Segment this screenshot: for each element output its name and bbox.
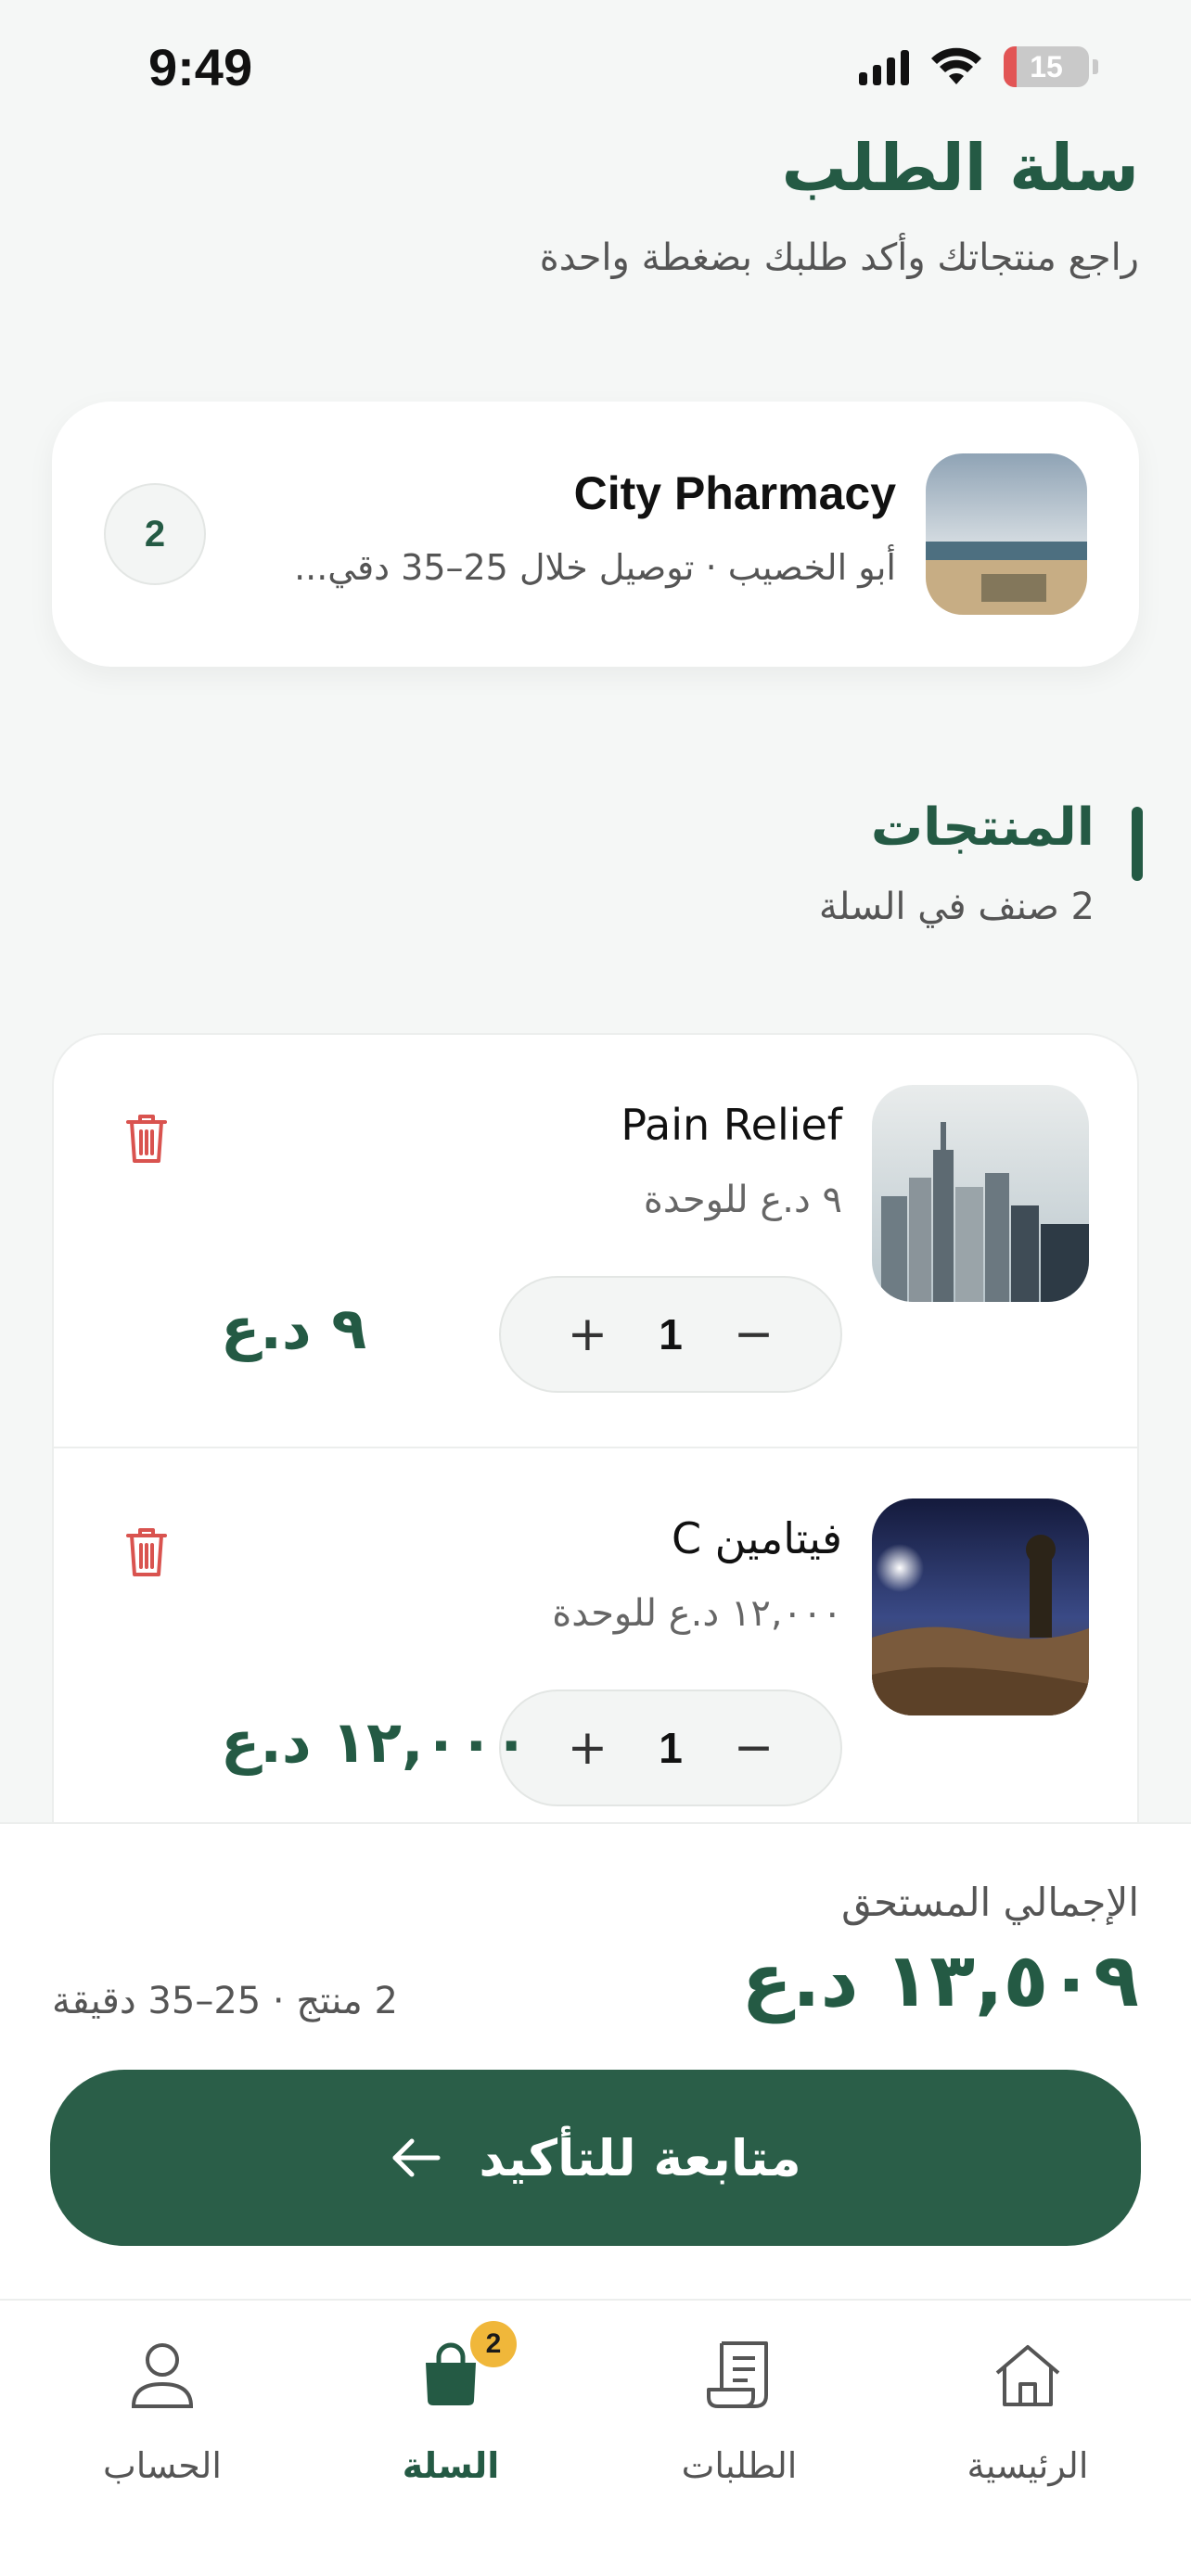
pharmacy-card[interactable]: City Pharmacy أبو الخصيب · توصيل خلال 25… <box>52 402 1139 667</box>
trash-icon <box>126 1115 167 1163</box>
cart-count-badge: 2 <box>470 2321 517 2367</box>
battery-percentage: 15 <box>1030 49 1063 83</box>
total-value: ١٣,٥٠٩ د.ع <box>741 1937 1139 2023</box>
products-section-title: المنتجات <box>870 797 1095 858</box>
section-accent-bar <box>1132 807 1143 881</box>
status-bar: 9:49 15 <box>0 0 1191 139</box>
nav-item-orders[interactable]: الطلبات <box>619 2328 860 2514</box>
product-thumbnail <box>872 1085 1089 1302</box>
cellular-signal-icon <box>859 48 909 85</box>
battery-icon: 15 <box>1004 46 1089 87</box>
nav-label-orders: الطلبات <box>681 2445 798 2486</box>
increase-quantity-button[interactable]: + <box>559 1307 615 1362</box>
nav-item-account[interactable]: الحساب <box>42 2328 283 2514</box>
battery-fill <box>1004 46 1017 87</box>
product-thumbnail <box>872 1498 1089 1715</box>
pharmacy-thumbnail <box>926 453 1087 615</box>
decrease-quantity-button[interactable]: − <box>726 1307 782 1362</box>
nav-label-account: الحساب <box>103 2445 222 2486</box>
product-unit-price: ١٢,٠٠٠ د.ع للوحدة <box>552 1592 842 1635</box>
product-name: فيتامين C <box>671 1513 842 1563</box>
status-icons: 15 <box>859 46 1098 87</box>
delete-item-button[interactable] <box>119 1519 174 1584</box>
product-total-price: ٩ د.ع <box>221 1294 367 1362</box>
home-icon <box>995 2345 1060 2406</box>
product-name: Pain Relief <box>621 1100 842 1150</box>
nav-item-home[interactable]: الرئيسية <box>907 2328 1148 2514</box>
product-unit-price: ٩ د.ع للوحدة <box>643 1179 842 1221</box>
pharmacy-item-count-badge: 2 <box>104 483 206 585</box>
nav-label-home: الرئيسية <box>967 2445 1089 2486</box>
night-desert-photo-icon <box>872 1498 1089 1715</box>
wifi-icon <box>931 47 981 84</box>
page-subtitle: راجع منتجاتك وأكد طلبك بضغطة واحدة <box>539 236 1139 279</box>
city-photo-icon <box>872 1085 1089 1302</box>
battery-tip <box>1093 59 1098 74</box>
arrow-left-icon <box>390 2136 442 2179</box>
quantity-value: 1 <box>659 1310 683 1358</box>
beach-photo-icon <box>926 453 1087 615</box>
product-row: Pain Relief ٩ د.ع للوحدة + 1 − ٩ د.ع <box>54 1035 1137 1446</box>
products-section-subtitle: 2 صنف في السلة <box>818 886 1095 928</box>
product-row: فيتامين C ١٢,٠٠٠ د.ع للوحدة + 1 − ١٢,٠٠٠… <box>54 1447 1137 1857</box>
quantity-stepper: + 1 − <box>499 1276 842 1393</box>
continue-to-confirm-button[interactable]: متابعة للتأكيد <box>50 2070 1141 2246</box>
trash-icon <box>126 1528 167 1576</box>
order-summary: 2 منتج · 25–35 دقيقة <box>52 1980 398 2022</box>
products-card: Pain Relief ٩ د.ع للوحدة + 1 − ٩ د.ع فيت… <box>52 1033 1139 1868</box>
quantity-value: 1 <box>659 1724 683 1772</box>
confirm-button-label: متابعة للتأكيد <box>479 2128 801 2187</box>
product-total-price: ١٢,٠٠٠ د.ع <box>221 1708 530 1776</box>
status-time: 9:49 <box>148 38 253 96</box>
nav-label-cart: السلة <box>402 2445 500 2486</box>
user-icon <box>131 2343 194 2408</box>
increase-quantity-button[interactable]: + <box>559 1720 615 1776</box>
checkout-panel: الإجمالي المستحق ١٣,٥٠٩ د.ع 2 منتج · 25–… <box>0 1822 1191 2300</box>
page-title: سلة الطلب <box>781 130 1139 206</box>
pharmacy-name: City Pharmacy <box>573 467 896 519</box>
decrease-quantity-button[interactable]: − <box>726 1720 782 1776</box>
nav-item-cart[interactable]: 2 السلة <box>330 2321 571 2514</box>
bottom-navigation: الحساب 2 السلة الطلبات الرئيسية <box>0 2299 1191 2576</box>
pharmacy-meta: أبو الخصيب · توصيل خلال 25–35 دقي... <box>294 547 896 588</box>
receipt-icon <box>707 2341 768 2408</box>
quantity-stepper: + 1 − <box>499 1690 842 1806</box>
total-label: الإجمالي المستحق <box>841 1880 1139 1925</box>
delete-item-button[interactable] <box>119 1105 174 1170</box>
